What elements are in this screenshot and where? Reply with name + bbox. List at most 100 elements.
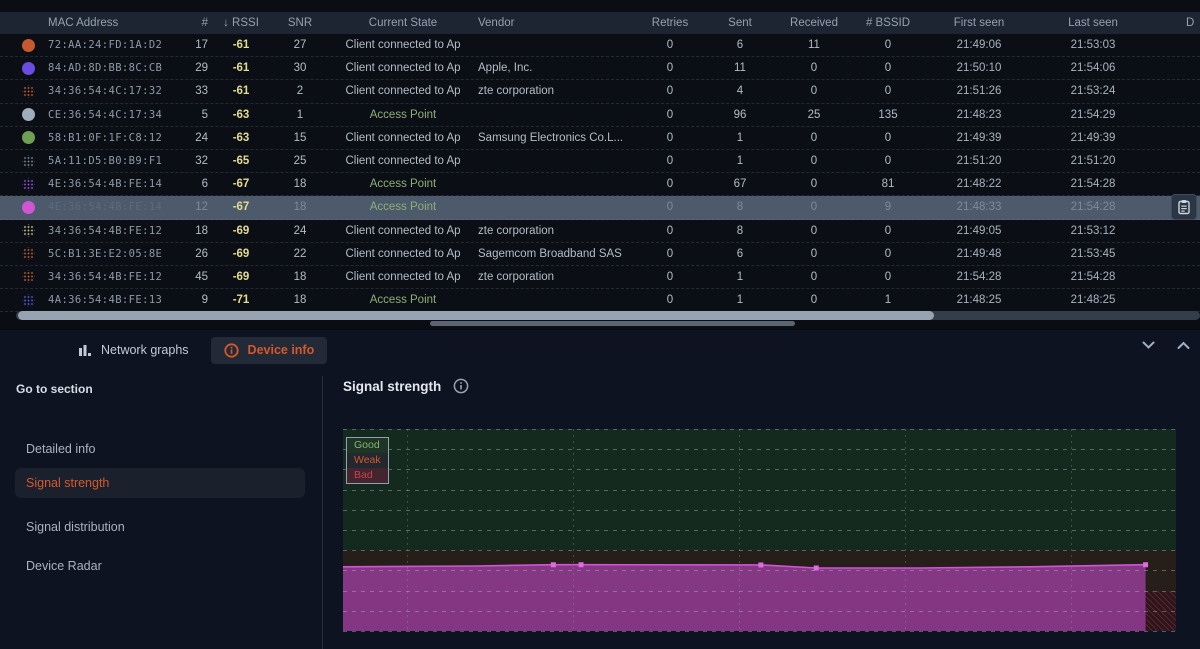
y-gridline xyxy=(343,550,1176,551)
cell-count: 6 xyxy=(170,178,212,190)
cell-count: 12 xyxy=(170,201,212,213)
cell-first-seen: 21:48:25 xyxy=(924,294,1034,306)
column-header-snr[interactable]: SNR xyxy=(270,17,330,29)
cell-last-seen: 21:53:45 xyxy=(1034,248,1152,260)
cell-bssid: 0 xyxy=(852,85,924,97)
device-dot-cell xyxy=(0,201,40,214)
cell-last-seen: 21:49:39 xyxy=(1034,132,1152,144)
table-row[interactable]: 5C:B1:3E:E2:05:8E26-6922Client connected… xyxy=(0,243,1200,266)
cell-count: 9 xyxy=(170,294,212,306)
cell-rssi: -69 xyxy=(212,248,270,260)
sidebar-item-detailed-info[interactable]: Detailed info xyxy=(26,442,96,456)
column-header-rssi[interactable]: ↓ RSSI xyxy=(212,17,270,29)
tab-device-info[interactable]: Device info xyxy=(211,337,328,364)
cell-snr: 18 xyxy=(270,178,330,190)
device-color-icon xyxy=(22,108,35,121)
table-row[interactable]: 72:AA:24:FD:1A:D217-6127Client connected… xyxy=(0,34,1200,57)
data-point-marker[interactable] xyxy=(1143,562,1148,567)
cell-retries: 0 xyxy=(636,132,704,144)
cell-last-seen: 21:48:25 xyxy=(1034,294,1152,306)
cell-sent: 4 xyxy=(704,85,776,97)
cell-mac: 4E:36:54:4B:FE:14 xyxy=(40,201,170,213)
legend-good: Good xyxy=(347,438,388,453)
cell-count: 24 xyxy=(170,132,212,144)
table-horizontal-scrollbar-track[interactable] xyxy=(16,311,1200,320)
table-row[interactable]: 34:36:54:4C:17:3233-612Client connected … xyxy=(0,80,1200,103)
cell-first-seen: 21:49:05 xyxy=(924,225,1034,237)
cell-received: 25 xyxy=(776,109,852,121)
cell-received: 0 xyxy=(776,85,852,97)
cell-bssid: 1 xyxy=(852,294,924,306)
cell-state: Client connected to Ap xyxy=(330,271,476,283)
column-header-received[interactable]: Received xyxy=(776,17,852,29)
column-header-overflow[interactable]: D xyxy=(1152,17,1200,29)
sidebar-title: Go to section xyxy=(16,382,93,396)
cell-snr: 18 xyxy=(270,271,330,283)
data-point-marker[interactable] xyxy=(551,562,556,567)
cell-snr: 22 xyxy=(270,248,330,260)
column-header-retries[interactable]: Retries xyxy=(636,17,704,29)
cell-rssi: -69 xyxy=(212,225,270,237)
device-table: MAC Address # ↓ RSSI SNR Current State V… xyxy=(0,0,1200,330)
cell-vendor: Samsung Electronics Co.L... xyxy=(476,132,636,144)
table-row[interactable]: 34:36:54:4B:FE:1218-6924Client connected… xyxy=(0,220,1200,243)
device-dot-cell xyxy=(0,224,40,237)
table-row[interactable]: CE:36:54:4C:17:345-631Access Point096251… xyxy=(0,104,1200,127)
sort-desc-icon: ↓ xyxy=(223,17,229,29)
cell-state: Client connected to Ap xyxy=(330,39,476,51)
rssi-header-label: RSSI xyxy=(232,17,259,29)
cell-first-seen: 21:48:33 xyxy=(924,201,1034,213)
cell-snr: 15 xyxy=(270,132,330,144)
data-point-marker[interactable] xyxy=(579,562,584,567)
cell-rssi: -69 xyxy=(212,271,270,283)
cell-received: 0 xyxy=(776,248,852,260)
device-color-icon xyxy=(22,131,35,144)
chevron-down-icon[interactable] xyxy=(1142,341,1155,350)
column-header-state[interactable]: Current State xyxy=(330,17,476,29)
column-header-bssid[interactable]: # BSSID xyxy=(852,17,924,29)
data-point-marker[interactable] xyxy=(758,562,763,567)
chevron-up-icon[interactable] xyxy=(1177,341,1190,350)
info-tooltip-icon[interactable] xyxy=(453,378,469,394)
column-header-last-seen[interactable]: Last seen xyxy=(1034,17,1152,29)
cell-vendor: Apple, Inc. xyxy=(476,62,636,74)
cell-mac: 34:36:54:4B:FE:12 xyxy=(40,271,170,283)
column-header-mac[interactable]: MAC Address xyxy=(40,17,170,29)
cell-retries: 0 xyxy=(636,178,704,190)
page-scrollbar-thumb[interactable] xyxy=(430,321,795,326)
column-header-first-seen[interactable]: First seen xyxy=(924,17,1034,29)
tab-network-graphs[interactable]: Network graphs xyxy=(78,343,189,357)
cell-sent: 8 xyxy=(704,201,776,213)
y-gridline xyxy=(343,570,1176,571)
table-row[interactable]: 4E:36:54:4B:FE:146-6718Access Point06708… xyxy=(0,173,1200,196)
cell-snr: 1 xyxy=(270,109,330,121)
table-row[interactable]: 4E:36:54:4B:FE:1412-6718Access Point0809… xyxy=(0,196,1200,219)
cell-snr: 27 xyxy=(270,39,330,51)
copy-row-button[interactable] xyxy=(1171,194,1197,220)
cell-snr: 2 xyxy=(270,85,330,97)
table-row[interactable]: 4A:36:54:4B:FE:139-7118Access Point01012… xyxy=(0,289,1200,312)
table-row[interactable]: 58:B1:0F:1F:C8:1224-6315Client connected… xyxy=(0,127,1200,150)
cell-received: 0 xyxy=(776,201,852,213)
cell-mac: 4A:36:54:4B:FE:13 xyxy=(40,294,170,306)
table-row[interactable]: 5A:11:D5:B0:B9:F132-6525Client connected… xyxy=(0,150,1200,173)
cell-bssid: 0 xyxy=(852,132,924,144)
cell-first-seen: 21:49:06 xyxy=(924,39,1034,51)
sidebar-item-signal-distribution[interactable]: Signal distribution xyxy=(26,520,125,534)
sidebar-item-signal-strength[interactable]: Signal strength xyxy=(15,468,305,498)
table-row[interactable]: 84:AD:8D:BB:8C:CB29-6130Client connected… xyxy=(0,57,1200,80)
section-sidebar: Go to section Detailed info Signal stren… xyxy=(0,376,322,649)
device-dot-cell xyxy=(0,247,40,260)
column-header-vendor[interactable]: Vendor xyxy=(476,17,636,29)
cell-rssi: -61 xyxy=(212,62,270,74)
table-horizontal-scrollbar-thumb[interactable] xyxy=(18,311,934,320)
cell-retries: 0 xyxy=(636,39,704,51)
column-header-count[interactable]: # xyxy=(170,17,212,29)
info-icon xyxy=(224,343,239,358)
bar-chart-icon xyxy=(78,343,92,357)
sidebar-item-device-radar[interactable]: Device Radar xyxy=(26,559,102,573)
cell-last-seen: 21:54:28 xyxy=(1034,178,1152,190)
details-panel: Network graphs Device info Go to section xyxy=(0,330,1200,649)
table-row[interactable]: 34:36:54:4B:FE:1245-6918Client connected… xyxy=(0,266,1200,289)
column-header-sent[interactable]: Sent xyxy=(704,17,776,29)
